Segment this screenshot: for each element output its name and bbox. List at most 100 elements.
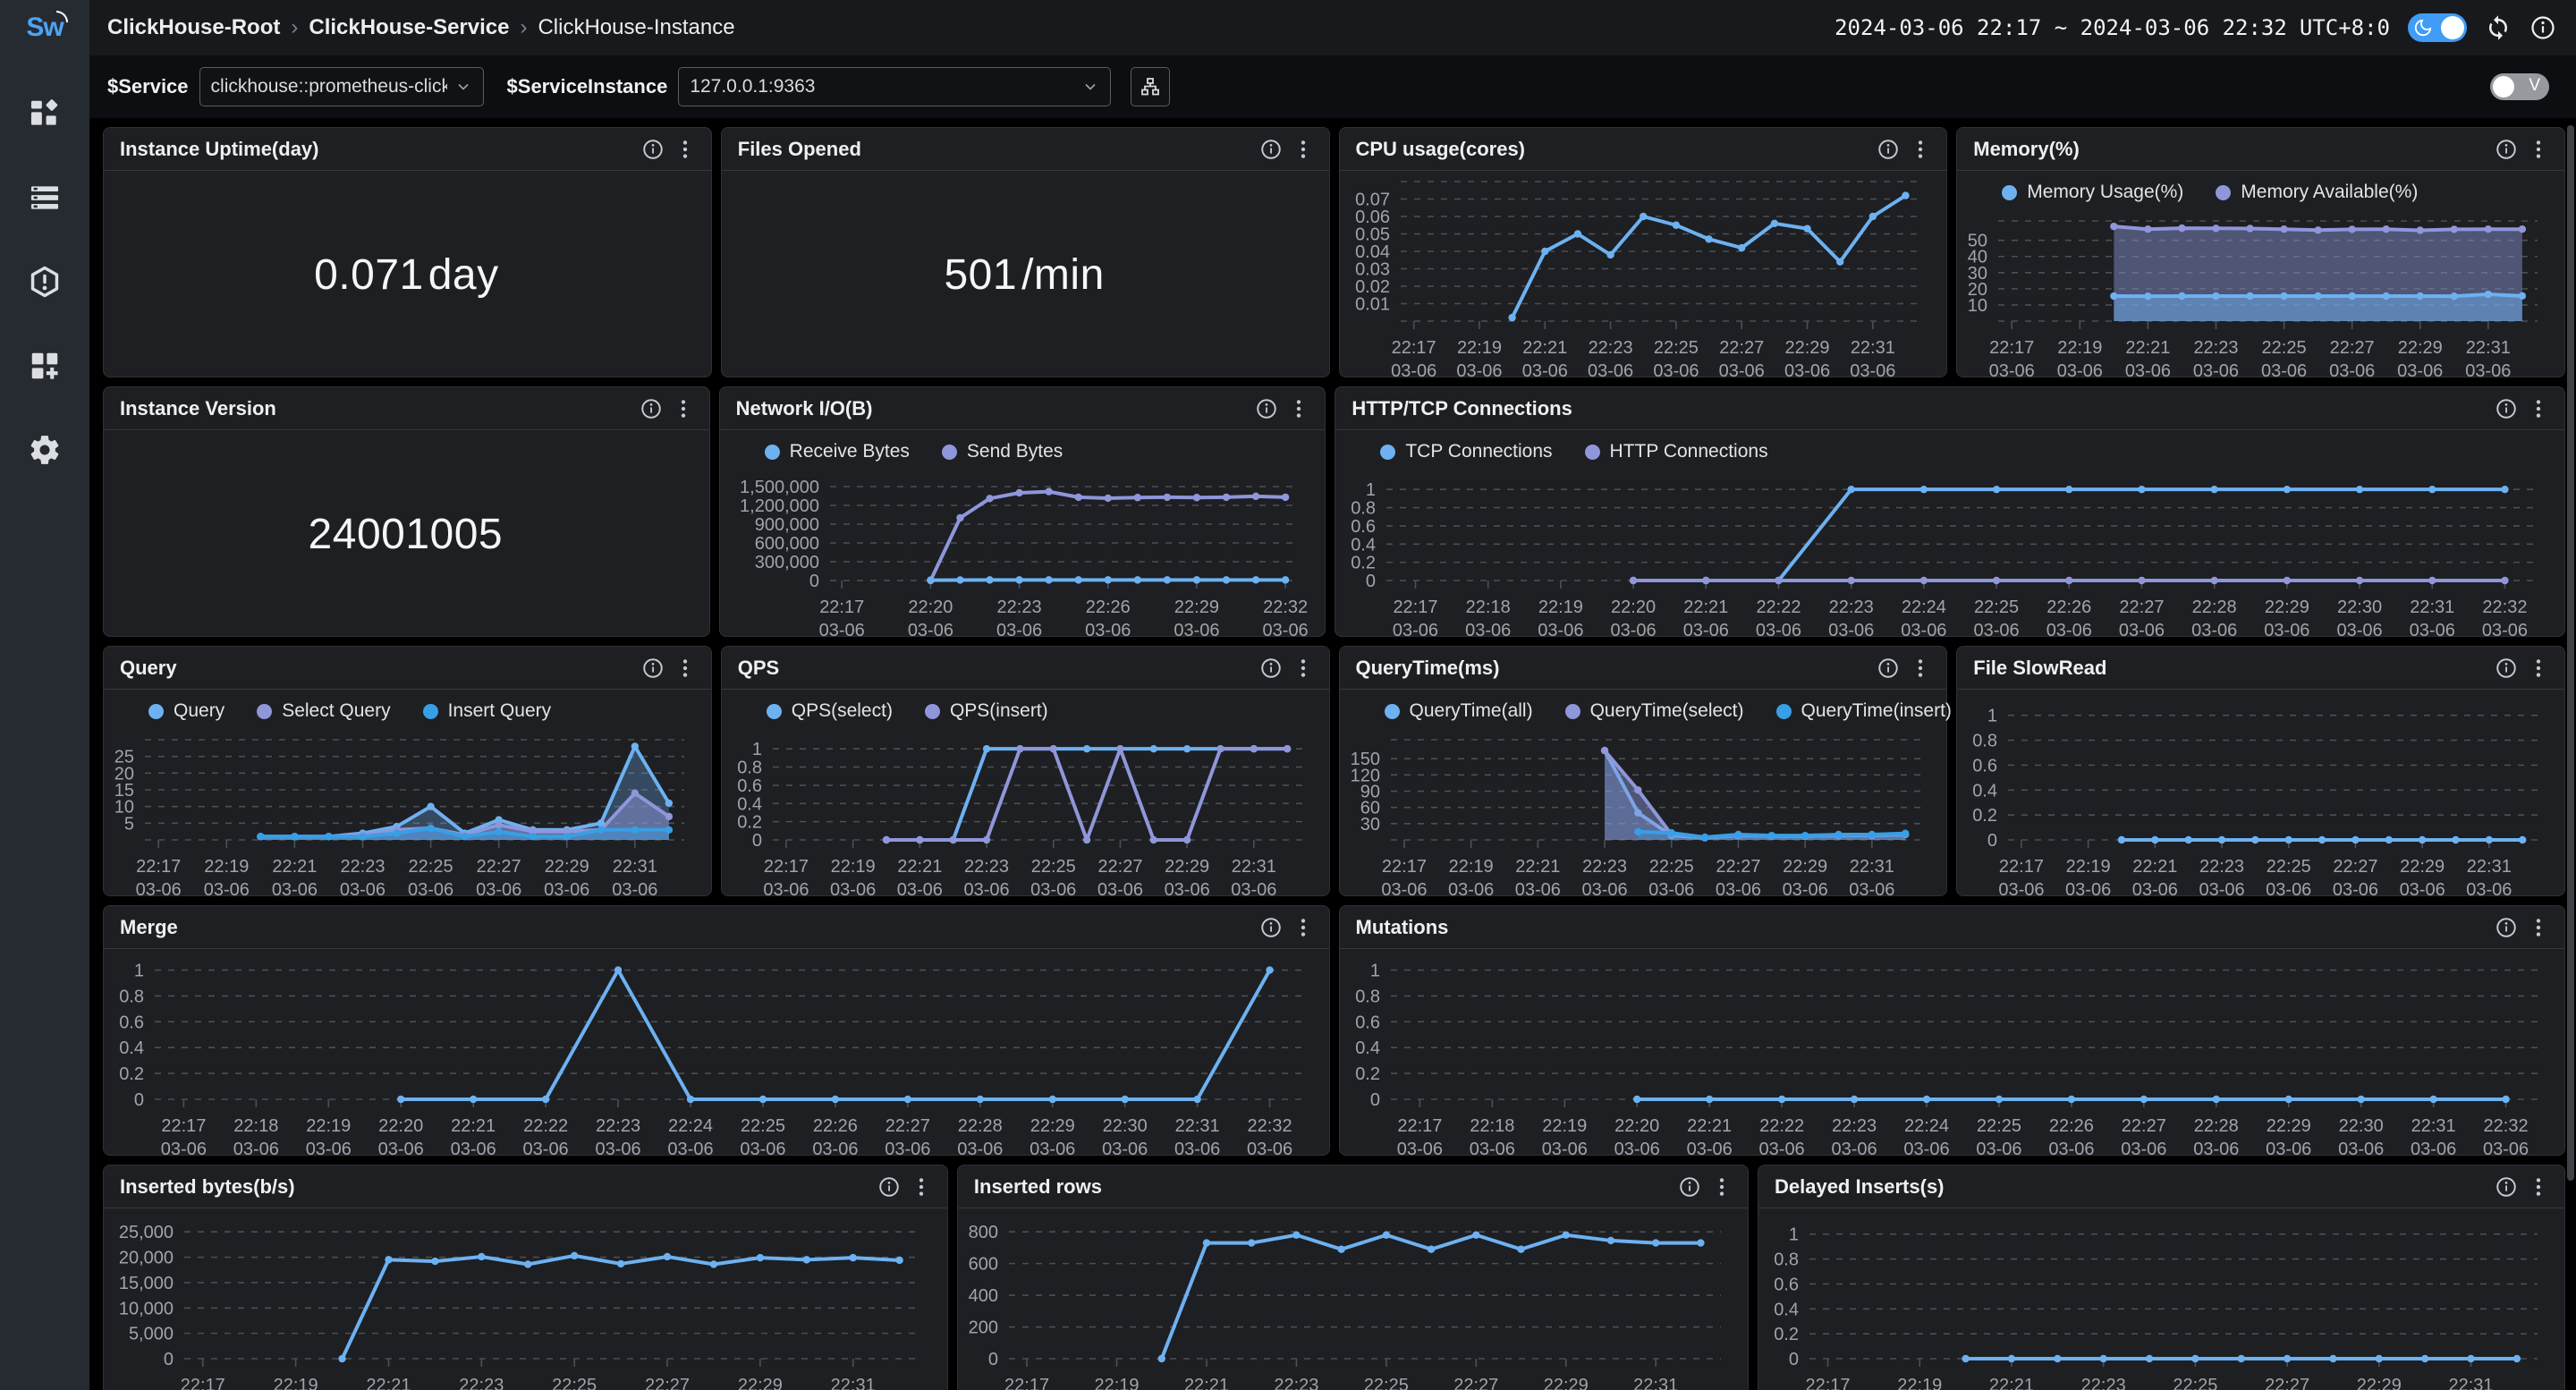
sidebar-item-alerts[interactable]	[28, 265, 62, 299]
info-icon[interactable]	[2529, 14, 2556, 41]
chart-legend: TCP Connections HTTP Connections	[1339, 432, 2559, 471]
svg-text:22:23: 22:23	[2194, 338, 2239, 358]
panel-info-icon[interactable]	[1255, 397, 1278, 420]
panel-actions	[2495, 1175, 2550, 1199]
svg-text:22:25: 22:25	[1648, 857, 1693, 877]
edit-mode-toggle[interactable]: V	[2490, 73, 2549, 100]
svg-text:22:29: 22:29	[1030, 1116, 1075, 1136]
panel-info-icon[interactable]	[1678, 1175, 1701, 1199]
svg-text:22:19: 22:19	[1448, 857, 1493, 877]
svg-text:03-06: 03-06	[2057, 361, 2103, 377]
panel-info-icon[interactable]	[1259, 657, 1283, 680]
panel-body: Receive Bytes Send Bytes 0 300,000 600,000 90…	[720, 430, 1326, 636]
sidebar-item-dashboards[interactable]	[28, 97, 62, 131]
legend-item[interactable]: Receive Bytes	[764, 441, 910, 462]
time-range-picker[interactable]: 2024-03-06 22:17 ~ 2024-03-06 22:32	[1835, 15, 2287, 40]
legend-item[interactable]: QueryTime(select)	[1564, 700, 1744, 722]
panel-more-menu-icon[interactable]	[1292, 657, 1315, 680]
legend-item[interactable]: Query	[148, 700, 225, 722]
sidebar-item-widgets[interactable]	[28, 349, 62, 383]
topology-button[interactable]	[1131, 67, 1171, 106]
panel-info-icon[interactable]	[2495, 138, 2518, 161]
legend-item[interactable]: Send Bytes	[941, 441, 1063, 462]
panel-more-menu-icon[interactable]	[2527, 916, 2550, 939]
svg-text:03-06: 03-06	[1903, 1140, 1949, 1155]
legend-item[interactable]: Select Query	[257, 700, 391, 722]
vertical-scrollbar[interactable]	[2567, 125, 2574, 1181]
sidebar-item-menu-list[interactable]	[28, 181, 62, 215]
panel-info-icon[interactable]	[641, 657, 665, 680]
panel-body: QPS(select) QPS(insert) 0 0.2 0.4 0.6 0.8 1 22:1…	[722, 690, 1329, 895]
svg-text:22:17: 22:17	[1004, 1376, 1049, 1390]
svg-text:1,200,000: 1,200,000	[740, 496, 819, 516]
service-label: $Service	[107, 75, 189, 97]
legend-item[interactable]: TCP Connections	[1380, 441, 1553, 462]
svg-text:10,000: 10,000	[119, 1299, 174, 1318]
skywalking-logo[interactable]: Sw	[0, 0, 89, 55]
svg-text:0.2: 0.2	[1355, 1064, 1380, 1084]
svg-text:03-06: 03-06	[1396, 1140, 1442, 1155]
svg-text:03-06: 03-06	[2333, 880, 2378, 895]
svg-text:0: 0	[752, 831, 762, 851]
legend-item[interactable]: QPS(select)	[766, 700, 893, 722]
panel-title: Files Opened	[737, 137, 861, 160]
service-select[interactable]: clickhouse::prometheus-clickho	[199, 67, 484, 106]
svg-text:03-06: 03-06	[2065, 880, 2111, 895]
svg-text:03-06: 03-06	[2132, 880, 2178, 895]
panel-more-menu-icon[interactable]	[1909, 657, 1932, 680]
legend-item[interactable]: QueryTime(insert)	[1775, 700, 1952, 722]
breadcrumb-root[interactable]: ClickHouse-Root	[107, 15, 280, 40]
refresh-icon[interactable]	[2485, 14, 2512, 41]
panel-more-menu-icon[interactable]	[674, 657, 697, 680]
panel-more-menu-icon[interactable]	[672, 397, 695, 420]
panel-actions	[877, 1175, 933, 1199]
panel-info-icon[interactable]	[2495, 916, 2518, 939]
panel-more-menu-icon[interactable]	[1710, 1175, 1733, 1199]
theme-toggle[interactable]	[2408, 13, 2467, 42]
legend-item[interactable]: Memory Usage(%)	[2002, 182, 2183, 203]
panel-info-icon[interactable]	[2495, 397, 2518, 420]
svg-text:03-06: 03-06	[2337, 621, 2383, 636]
svg-text:22:25: 22:25	[409, 857, 453, 877]
svg-text:22:32: 22:32	[1263, 598, 1308, 617]
panel-more-menu-icon[interactable]	[674, 138, 697, 161]
svg-text:22:21: 22:21	[1515, 857, 1560, 877]
legend-dot	[924, 703, 940, 719]
breadcrumb-service[interactable]: ClickHouse-Service	[309, 15, 509, 40]
panel-info-icon[interactable]	[2495, 657, 2518, 680]
svg-text:03-06: 03-06	[2125, 361, 2171, 377]
panel-info-icon[interactable]	[641, 138, 665, 161]
svg-text:600: 600	[969, 1255, 998, 1275]
sidebar-item-settings[interactable]	[28, 433, 62, 467]
panel-info-icon[interactable]	[877, 1175, 901, 1199]
metric-value: 0.071 day	[314, 250, 499, 299]
panel-more-menu-icon[interactable]	[2527, 138, 2550, 161]
svg-text:03-06: 03-06	[1902, 621, 1947, 636]
legend-item[interactable]: Insert Query	[422, 700, 551, 722]
breadcrumb-instance[interactable]: ClickHouse-Instance	[538, 15, 734, 40]
legend-item[interactable]: HTTP Connections	[1584, 441, 1768, 462]
service-instance-select[interactable]: 127.0.0.1:9363	[678, 67, 1112, 106]
svg-text:22:25: 22:25	[1364, 1376, 1409, 1390]
panel-more-menu-icon[interactable]	[1292, 138, 1315, 161]
panel-info-icon[interactable]	[1877, 657, 1900, 680]
svg-text:22:29: 22:29	[1174, 598, 1219, 617]
legend-item[interactable]: Memory Available(%)	[2216, 182, 2418, 203]
panel-info-icon[interactable]	[2495, 1175, 2518, 1199]
panel-more-menu-icon[interactable]	[1292, 916, 1315, 939]
legend-item[interactable]: QPS(insert)	[924, 700, 1048, 722]
panel-title: File SlowRead	[1973, 656, 2107, 679]
panel-more-menu-icon[interactable]	[1287, 397, 1310, 420]
panel-more-menu-icon[interactable]	[2527, 657, 2550, 680]
panel-info-icon[interactable]	[1877, 138, 1900, 161]
panel-info-icon[interactable]	[640, 397, 663, 420]
panel-more-menu-icon[interactable]	[910, 1175, 933, 1199]
panel-info-icon[interactable]	[1259, 138, 1283, 161]
panel-more-menu-icon[interactable]	[2527, 397, 2550, 420]
svg-text:22:28: 22:28	[2192, 598, 2237, 617]
panel-info-icon[interactable]	[1259, 916, 1283, 939]
panel-more-menu-icon[interactable]	[1909, 138, 1932, 161]
svg-text:03-06: 03-06	[996, 621, 1042, 636]
legend-item[interactable]: QueryTime(all)	[1384, 700, 1533, 722]
panel-more-menu-icon[interactable]	[2527, 1175, 2550, 1199]
